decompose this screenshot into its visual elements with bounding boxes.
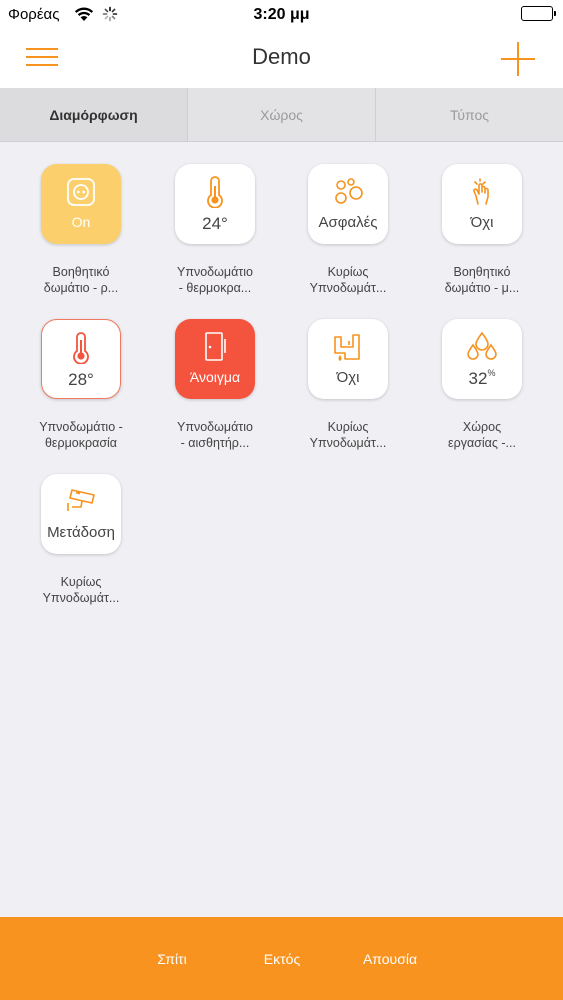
device-tile[interactable]: Άνοιγμα	[175, 319, 255, 399]
status-bar: Φορέας 3:20 μμ	[0, 0, 563, 30]
device-tile[interactable]: 24°	[175, 164, 255, 244]
device-label: Χώρος εργασίας -...	[448, 420, 516, 450]
tab-configuration[interactable]: Διαμόρφωση	[0, 88, 188, 141]
device-value: Μετάδοση	[47, 524, 115, 541]
segment-control: Διαμόρφωση Χώρος Τύπος	[0, 88, 563, 142]
water-leak-icon	[331, 329, 365, 365]
door-icon	[201, 329, 229, 365]
mode-bar: Σπίτι Εκτός Απουσία	[0, 917, 563, 1000]
absence-mode-button[interactable]: Απουσία	[340, 951, 440, 967]
device-value: 24°	[202, 214, 228, 233]
status-time: 3:20 μμ	[253, 6, 310, 23]
device-label: Κυρίως Υπνοδωμάτ...	[309, 265, 387, 295]
hand-motion-icon	[466, 174, 498, 210]
camera-icon	[64, 484, 98, 520]
page-title: Demo	[252, 44, 311, 69]
device-label: Βοηθητικό δωμάτιο - ρ...	[43, 265, 119, 295]
smoke-icon	[331, 174, 365, 210]
device-label: Κυρίως Υπνοδωμάτ...	[42, 575, 120, 605]
device-value: 32%	[468, 368, 496, 388]
home-mode-button[interactable]: Σπίτι	[122, 951, 222, 967]
thermometer-icon	[204, 174, 226, 210]
device-label: Υπνοδωμάτιο - θερμοκρασία	[39, 420, 123, 450]
device-value: 28°	[68, 370, 94, 389]
device-value: Όχι	[336, 369, 360, 386]
device-label: Κυρίως Υπνοδωμάτ...	[309, 420, 387, 450]
device-tile[interactable]: Μετάδοση	[41, 474, 121, 554]
device-tile[interactable]: 32%	[442, 319, 522, 399]
outlet-icon	[66, 174, 96, 210]
add-button[interactable]	[501, 42, 535, 76]
battery-icon	[521, 6, 556, 21]
device-tile[interactable]: Όχι	[442, 164, 522, 244]
device-value: On	[71, 214, 91, 230]
device-tile[interactable]: 28°	[41, 319, 121, 399]
away-mode-button[interactable]: Εκτός	[232, 951, 332, 967]
tab-room[interactable]: Χώρος	[188, 88, 376, 141]
device-tile[interactable]: On	[41, 164, 121, 244]
humidity-icon	[465, 329, 499, 365]
thermometer-icon	[70, 330, 92, 366]
device-label: Υπνοδωμάτιο - αισθητήρ...	[177, 420, 253, 450]
device-value: Όχι	[470, 214, 494, 231]
device-label: Βοηθητικό δωμάτιο - μ...	[444, 265, 520, 295]
device-tile[interactable]: Ασφαλές	[308, 164, 388, 244]
device-value: Ασφαλές	[318, 214, 378, 231]
device-tile[interactable]: Όχι	[308, 319, 388, 399]
device-value: Άνοιγμα	[189, 369, 241, 385]
tab-type[interactable]: Τύπος	[376, 88, 563, 141]
device-label: Υπνοδωμάτιο - θερμοκρα...	[177, 265, 253, 295]
nav-bar: Demo	[0, 30, 563, 88]
